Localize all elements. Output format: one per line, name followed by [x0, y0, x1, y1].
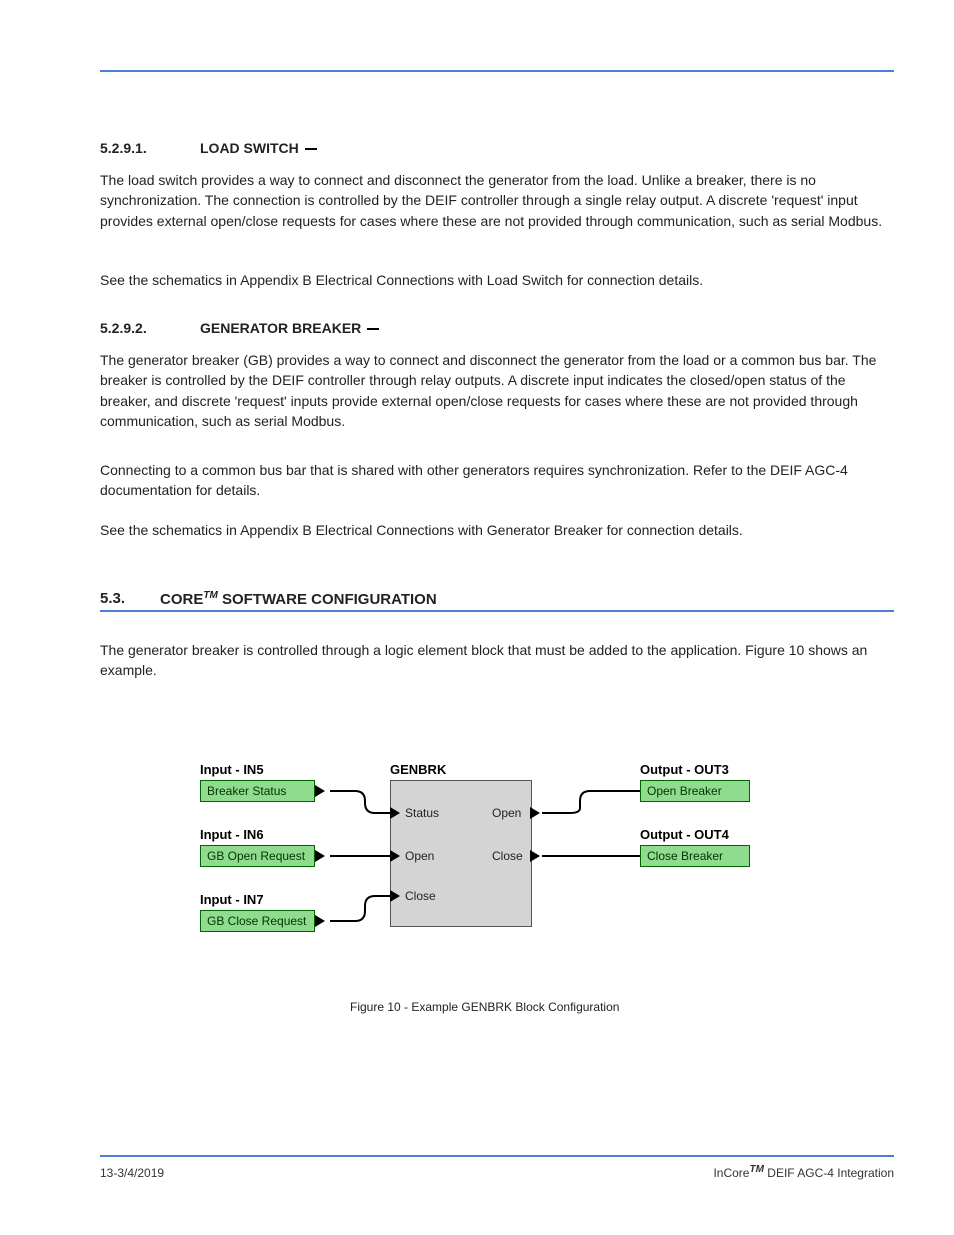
link-text: Electrical Connections with Generator Br…: [316, 522, 603, 538]
block-title: GENBRK: [390, 762, 446, 777]
footer-right: InCoreTM DEIF AGC-4 Integration: [713, 1164, 894, 1180]
paragraph: Connecting to a common bus bar that is s…: [100, 460, 890, 501]
paragraph: The load switch provides a way to connec…: [100, 170, 890, 231]
input-title: Input - IN6: [200, 827, 264, 842]
link-text: Electrical Connections with Load Switch: [316, 272, 563, 288]
footer-rule: [100, 1155, 894, 1157]
input-box: Breaker Status: [200, 780, 315, 802]
output-title: Output - OUT4: [640, 827, 729, 842]
text: DEIF AGC-4 Integration: [764, 1166, 894, 1180]
genbrk-diagram: Input - IN5 Breaker Status Input - IN6 G…: [200, 758, 790, 978]
paragraph: The generator breaker (GB) provides a wa…: [100, 350, 890, 431]
text: InCore: [713, 1166, 749, 1180]
top-rule: [100, 70, 894, 72]
arrow-icon: [390, 850, 400, 862]
section-title-text: LOAD SWITCH: [200, 140, 299, 156]
page: 5.2.9.1. LOAD SWITCH The load switch pro…: [0, 0, 954, 1235]
arrow-icon: [530, 850, 540, 862]
port-label: Status: [405, 806, 439, 820]
text: SOFTWARE CONFIGURATION: [218, 591, 437, 608]
input-title: Input - IN5: [200, 762, 264, 777]
section-title: GENERATOR BREAKER: [200, 320, 381, 336]
arrow-icon: [390, 890, 400, 902]
input-title: Input - IN7: [200, 892, 264, 907]
port-label: Open: [405, 849, 434, 863]
text: for connection details.: [563, 272, 703, 288]
section-number: 5.3.: [100, 590, 125, 607]
arrow-icon: [390, 807, 400, 819]
dash-icon: [367, 328, 379, 330]
text: CORE: [160, 591, 203, 608]
text: See the schematics in Appendix B: [100, 272, 316, 288]
footer-left: 13-3/4/2019: [100, 1166, 164, 1180]
section-title: CORETM SOFTWARE CONFIGURATION: [160, 590, 437, 608]
port-label: Close: [492, 849, 523, 863]
output-box: Close Breaker: [640, 845, 750, 867]
text: See the schematics in Appendix B: [100, 522, 316, 538]
section-title-text: GENERATOR BREAKER: [200, 320, 361, 336]
section-title: LOAD SWITCH: [200, 140, 319, 156]
paragraph: See the schematics in Appendix B Electri…: [100, 270, 890, 290]
output-title: Output - OUT3: [640, 762, 729, 777]
output-box: Open Breaker: [640, 780, 750, 802]
section-number: 5.2.9.2.: [100, 320, 147, 336]
paragraph: The generator breaker is controlled thro…: [100, 640, 890, 681]
trademark-icon: TM: [203, 590, 217, 601]
section-rule: [100, 610, 894, 612]
trademark-icon: TM: [749, 1164, 763, 1175]
dash-icon: [305, 148, 317, 150]
section-number: 5.2.9.1.: [100, 140, 147, 156]
input-box: GB Open Request: [200, 845, 315, 867]
input-box: GB Close Request: [200, 910, 315, 932]
figure-caption: Figure 10 - Example GENBRK Block Configu…: [350, 1000, 619, 1014]
port-label: Open: [492, 806, 521, 820]
paragraph: See the schematics in Appendix B Electri…: [100, 520, 890, 540]
arrow-icon: [315, 850, 325, 862]
text: for connection details.: [603, 522, 743, 538]
arrow-icon: [315, 785, 325, 797]
arrow-icon: [530, 807, 540, 819]
arrow-icon: [315, 915, 325, 927]
port-label: Close: [405, 889, 436, 903]
